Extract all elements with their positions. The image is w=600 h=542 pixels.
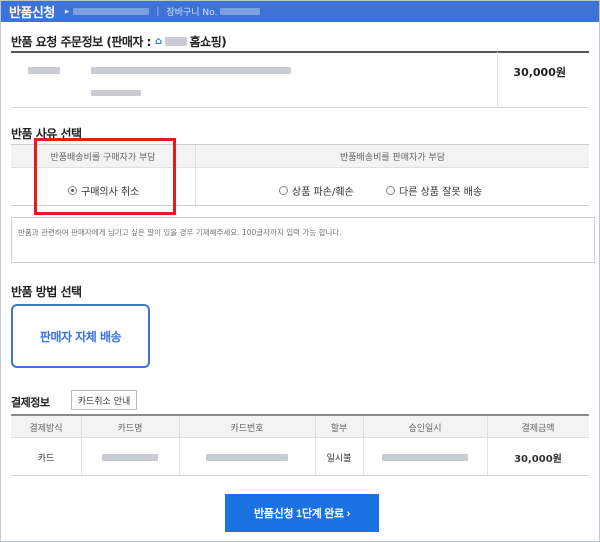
radio-unselected-icon[interactable] (279, 186, 288, 195)
col-approval-date: 승인일시 (408, 423, 442, 434)
seller-name-redacted (164, 37, 187, 46)
col-method: 결제방식 (29, 423, 63, 434)
radio-wrong-item[interactable]: 다른 상품 잘못 배송 (386, 183, 482, 198)
payment-col-divider (487, 416, 488, 476)
order-info-title: 반품 요청 주문정보 (판매자 : ⌂ 홈쇼핑) (11, 33, 227, 50)
cart-label: 장바구니 No. (166, 8, 218, 18)
payment-title: 결제정보 (11, 396, 50, 409)
seller-pays-header: 반품배송비를 판매자가 부담 (196, 145, 589, 168)
order-info-title-text: 반품 요청 주문정보 (판매자 : (11, 35, 151, 49)
payment-col-divider (363, 416, 364, 476)
header-bar: 반품신청 ▸ | 장바구니 No. (1, 1, 599, 22)
seller-name-suffix: 홈쇼핑) (189, 35, 227, 49)
breadcrumb-divider: | (156, 6, 160, 17)
radio-damaged[interactable]: 상품 파손/훼손 (279, 183, 354, 198)
radio-wrong-item-label: 다른 상품 잘못 배송 (399, 187, 483, 198)
seller-delivery-button[interactable]: 판매자 자체 배송 (11, 304, 150, 368)
col-installment: 할부 (330, 423, 348, 434)
breadcrumb-arrow-icon: ▸ (64, 6, 70, 17)
payment-col-divider (179, 416, 180, 476)
payment-table-header: 결제방식 카드명 카드번호 할부 승인일시 결제금액 (11, 416, 589, 438)
breadcrumb: ▸ | 장바구니 No. (65, 5, 261, 18)
order-number-redacted (73, 8, 150, 15)
order-product-row: 30,000원 (11, 52, 589, 108)
product-option-redacted (91, 90, 141, 96)
product-name-redacted (91, 67, 291, 74)
reason-table-divider (195, 145, 196, 205)
payment-table: 결제방식 카드명 카드번호 할부 승인일시 결제금액 카드 일시불 30,000… (11, 414, 589, 476)
col-card-number: 카드번호 (230, 423, 264, 434)
submit-step1-button[interactable]: 반품신청 1단계 완료 › (225, 494, 379, 532)
radio-unselected-icon[interactable] (386, 186, 395, 195)
card-name-redacted (81, 438, 179, 476)
return-memo-input[interactable] (11, 217, 595, 263)
col-amount: 결제금액 (521, 423, 555, 434)
highlight-box (34, 138, 176, 215)
payment-col-divider (315, 416, 316, 476)
product-image-redacted (28, 67, 60, 74)
page-title: 반품신청 (9, 6, 55, 21)
payment-amount-value: 30,000원 (514, 453, 562, 465)
card-cancel-guide-button[interactable]: 카드취소 안내 (71, 390, 137, 410)
approval-date-redacted (363, 438, 487, 476)
cart-number-redacted (220, 8, 261, 15)
payment-col-divider (81, 416, 82, 476)
col-card-name: 카드명 (117, 423, 143, 434)
card-number-redacted (179, 438, 315, 476)
home-icon: ⌂ (154, 36, 162, 47)
method-title: 반품 방법 선택 (11, 285, 82, 299)
order-row-divider (497, 52, 498, 108)
payment-method-value: 카드 (37, 453, 55, 464)
order-price: 30,000원 (513, 66, 566, 79)
installment-value: 일시불 (326, 453, 352, 464)
radio-damaged-label: 상품 파손/훼손 (292, 187, 354, 198)
